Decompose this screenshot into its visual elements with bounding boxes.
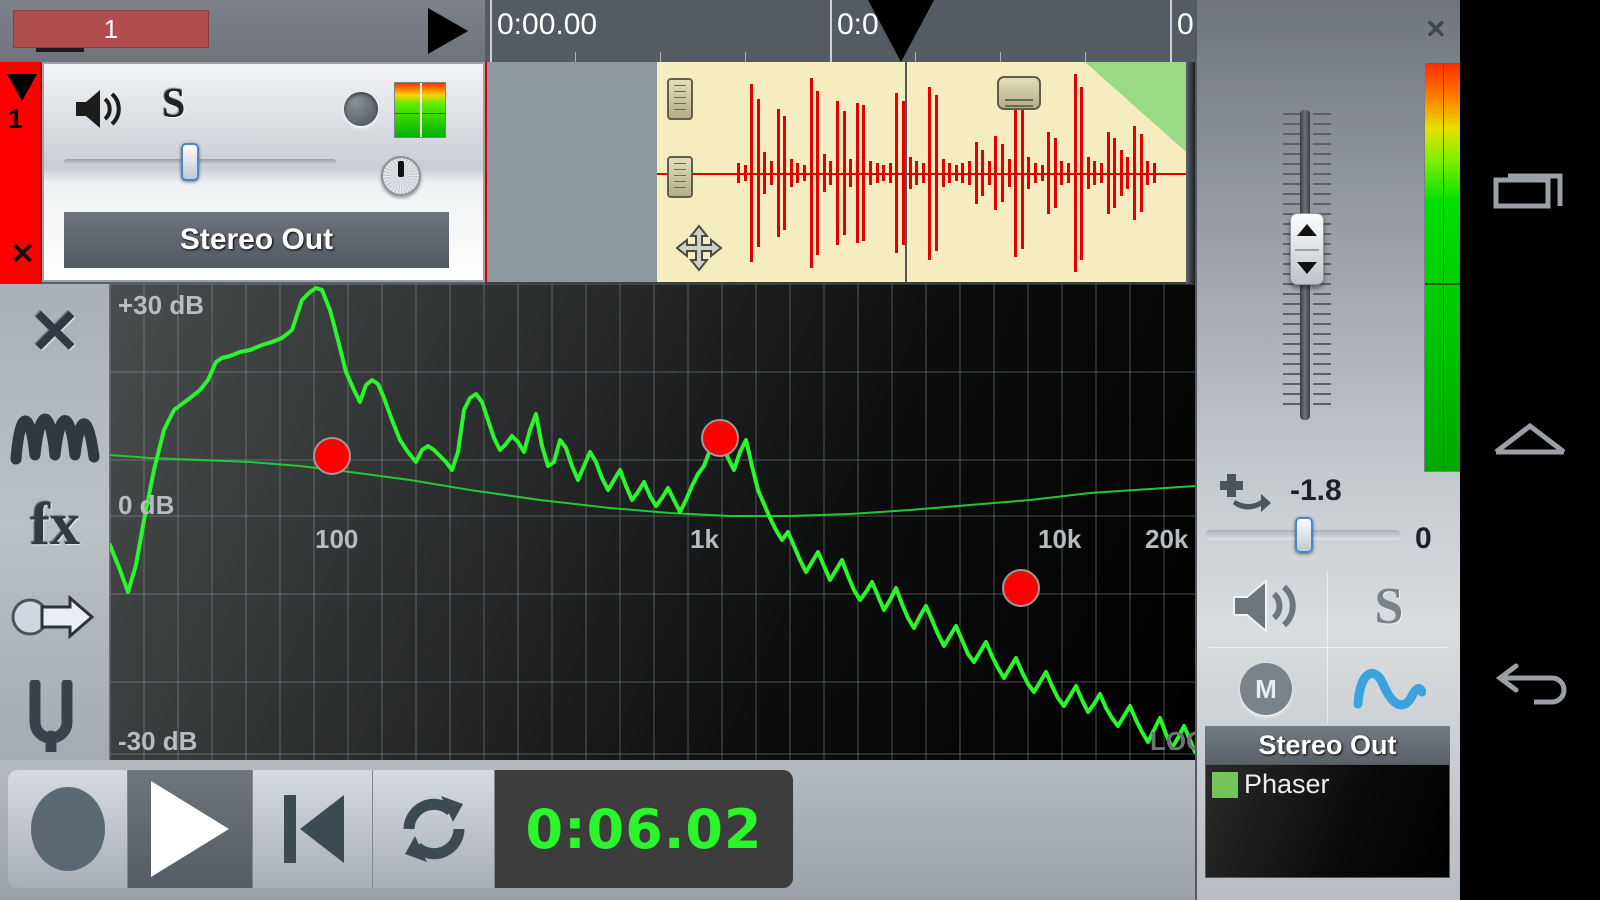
mixer-solo-button[interactable]: S [1328,565,1450,647]
time-value: 0:06.02 [525,797,763,861]
record-button[interactable] [8,770,128,888]
band-2[interactable] [701,419,739,457]
tuner-tool[interactable] [0,678,110,757]
clip-handle-top-right[interactable] [997,76,1041,110]
effect-name: Phaser [1244,769,1330,799]
pan-slider[interactable] [1205,517,1401,553]
mixer-mute-button[interactable] [1205,565,1327,647]
track-controls: S Stereo Out [44,64,483,280]
eq-xtick-1k: 1k [690,524,719,554]
eq-spectrum-display[interactable]: +30 dB 0 dB -30 dB 100 1k 10k 20k LOG [110,284,1195,760]
track-left-edge [485,62,487,282]
play-button[interactable] [128,770,253,888]
arrange-view[interactable] [485,62,1195,284]
clip-move-icon[interactable] [675,224,723,272]
mixer-channel-name[interactable]: Stereo Out [1205,726,1450,764]
mixer-solo-label: S [1374,577,1404,635]
record-arm-dot[interactable] [344,92,378,126]
clip-handle-top-left[interactable] [667,78,693,120]
mixer-button-grid: S M [1205,565,1450,730]
audio-clip[interactable] [657,62,1195,282]
mixer-midi-label: M [1255,673,1277,704]
transport-bar: 0:06.02 [0,760,1195,900]
track-number: 1 [8,104,24,134]
track-level-meter [394,82,446,138]
playhead-marker[interactable] [868,0,934,62]
ruler-label-2: 0: [1177,8,1195,41]
arrange-scrollbar[interactable] [1186,62,1195,284]
channel-fader-knob[interactable] [1290,213,1324,285]
clip-handle-mid-left[interactable] [667,156,693,198]
ruler-label-0: 0:00.00 [497,8,598,41]
triangle-down-icon[interactable] [7,74,37,101]
close-tool[interactable]: ✕ [0,302,110,364]
pan-knob[interactable] [381,156,421,196]
mixer-effects-list[interactable]: Phaser [1205,764,1450,878]
pan-zero-label: 0 [1415,522,1432,555]
pan-value: -1.8 [1290,474,1342,507]
close-x-icon[interactable]: ✕ [10,240,35,270]
pan-icon [1215,472,1271,521]
clip-playhead-line [905,62,907,282]
mixer-midi-button[interactable]: M [1205,648,1327,730]
pan-slider-knob[interactable] [1295,517,1313,553]
eq-xtick-20k: 20k [1145,524,1189,554]
speaker-icon[interactable] [72,86,126,137]
recents-button[interactable] [1460,150,1600,230]
loop-button[interactable] [373,770,495,888]
track-header: 1 ✕ S Stereo Out [0,62,485,284]
track-volume-knob[interactable] [181,143,199,181]
eq-xtick-100: 100 [315,524,359,554]
track-volume-slider[interactable] [64,143,336,181]
back-button[interactable] [1460,645,1600,725]
android-nav-bar [1460,0,1600,900]
eq-label-min: -30 dB [118,726,198,756]
mixer-close-icon[interactable]: ✕ [1425,14,1447,45]
master-level-meter [1424,62,1462,472]
rewind-button[interactable] [253,770,373,888]
eq-curve-svg [110,284,1195,760]
effect-list-item[interactable]: Phaser [1212,769,1330,800]
fx-tool[interactable]: fx [0,494,110,554]
solo-button[interactable]: S [162,80,185,128]
effect-enable-swatch[interactable] [1212,771,1238,798]
mixer-channel-number[interactable]: 1 [13,10,209,48]
tool-rail: ✕ fx [0,284,110,760]
waveform-tool[interactable] [0,399,110,470]
app-root: 0:00.00 0:0 0: 1 ✕ S [0,0,1600,900]
eq-scale-label: LOG [1150,726,1195,756]
eq-xtick-10k: 10k [1038,524,1082,554]
track-record-strip[interactable]: 1 ✕ [0,62,42,284]
play-icon[interactable] [428,8,468,54]
band-1[interactable] [313,437,351,475]
pan-row: -1.8 [1195,470,1460,518]
time-display[interactable]: 0:06.02 [495,770,793,888]
track-name-button[interactable]: Stereo Out [64,212,449,268]
eq-label-zero: 0 dB [118,490,175,520]
automation-curve-icon[interactable] [1328,648,1450,730]
home-button[interactable] [1460,400,1600,480]
timeline-ruler[interactable]: 0:00.00 0:0 0: [485,0,1195,62]
routing-tool[interactable] [0,589,110,650]
band-3[interactable] [1002,569,1040,607]
eq-label-max: +30 dB [118,290,204,320]
